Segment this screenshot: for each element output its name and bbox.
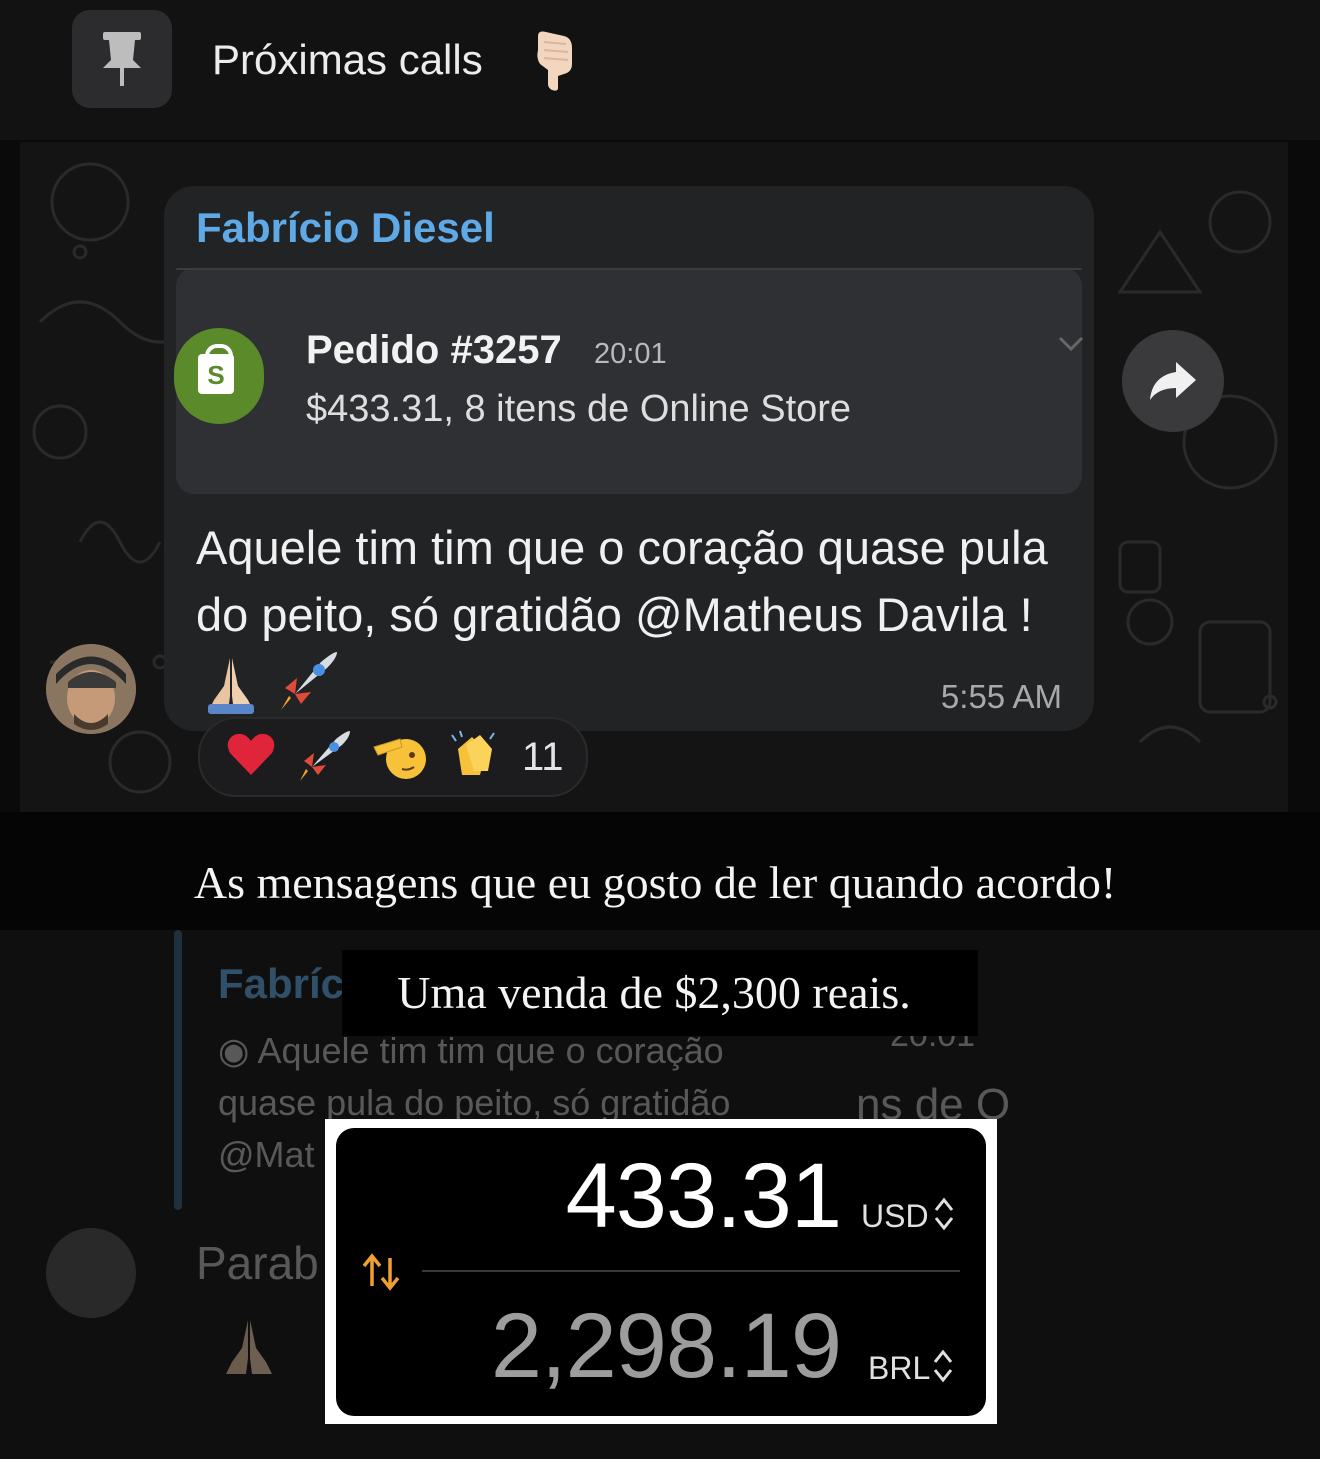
reactions-bar[interactable]: 11 [198, 717, 588, 797]
second-avatar[interactable] [46, 1228, 136, 1318]
message-time: 5:55 AM [940, 678, 1062, 715]
reaction-count: 11 [522, 735, 564, 779]
pin-icon [103, 32, 141, 86]
heart-reaction-icon[interactable] [224, 727, 278, 781]
faded-sender: Fabríc [218, 960, 345, 1007]
pinned-message-bar[interactable]: Próximas calls [0, 0, 1320, 140]
praying-hands-faded-icon [226, 1320, 272, 1374]
quoted-order[interactable]: S Pedido #3257 20:01 $433.31, 8 itens de… [174, 268, 1084, 494]
saluting-face-reaction-icon[interactable] [372, 727, 428, 783]
order-title: Pedido #3257 [306, 328, 562, 372]
message-body: Aquele tim tim que o coração quase pula … [196, 521, 1048, 641]
faded-line-2: quase pula do peito, só gratidão [218, 1082, 731, 1123]
rocket-icon [281, 652, 338, 710]
chevron-down-icon[interactable] [1056, 334, 1086, 354]
faded-line-3: @Mat [218, 1134, 315, 1175]
message-bubble[interactable]: Fabrício Diesel S Pedido #3257 20:01 $43… [164, 186, 1094, 731]
clapping-hands-reaction-icon[interactable] [446, 727, 502, 783]
forward-button[interactable] [1122, 330, 1224, 432]
rocket-reaction-icon[interactable] [296, 727, 352, 783]
sender-name[interactable]: Fabrício Diesel [196, 204, 495, 252]
pointing-down-hand-icon [537, 31, 572, 91]
quote-top-border [176, 268, 1082, 270]
praying-hands-icon [208, 658, 254, 714]
faded-line-1-text: Aquele tim tim que o coração [257, 1030, 724, 1071]
to-currency: BRL [868, 1350, 931, 1386]
shopify-bag-icon: S [174, 328, 264, 424]
updown-chevron-icon [934, 1197, 954, 1231]
sender-avatar[interactable] [46, 644, 136, 734]
pinned-title: Próximas calls [212, 36, 483, 83]
from-currency-selector[interactable]: USD [861, 1197, 954, 1235]
from-currency: USD [861, 1198, 929, 1234]
updown-chevron-icon [933, 1349, 953, 1383]
caption-main: As mensagens que eu gosto de ler quando … [193, 857, 1117, 908]
pin-button[interactable] [72, 10, 172, 108]
swap-icon[interactable] [360, 1252, 404, 1292]
faded-next-message: Parab [196, 1237, 319, 1289]
caption-sub-box: Uma venda de $2,300 reais. [342, 950, 978, 1036]
caption-sub: Uma venda de $2,300 reais. [397, 967, 911, 1018]
converter-divider [422, 1270, 960, 1272]
forward-arrow-icon [1150, 362, 1196, 400]
from-amount[interactable]: 433.31 [566, 1144, 842, 1249]
camera-icon: ◉ [218, 1030, 258, 1071]
to-currency-selector[interactable]: BRL [868, 1349, 953, 1387]
reply-accent-bar [174, 930, 182, 1210]
order-time: 20:01 [594, 338, 667, 370]
currency-converter[interactable]: 433.31 USD 2,298.19 BRL [336, 1128, 986, 1416]
to-amount[interactable]: 2,298.19 [491, 1294, 842, 1399]
faded-line-1: ◉ Aquele tim tim que o coração [218, 1030, 724, 1072]
order-detail: $433.31, 8 itens de Online Store [306, 388, 852, 430]
